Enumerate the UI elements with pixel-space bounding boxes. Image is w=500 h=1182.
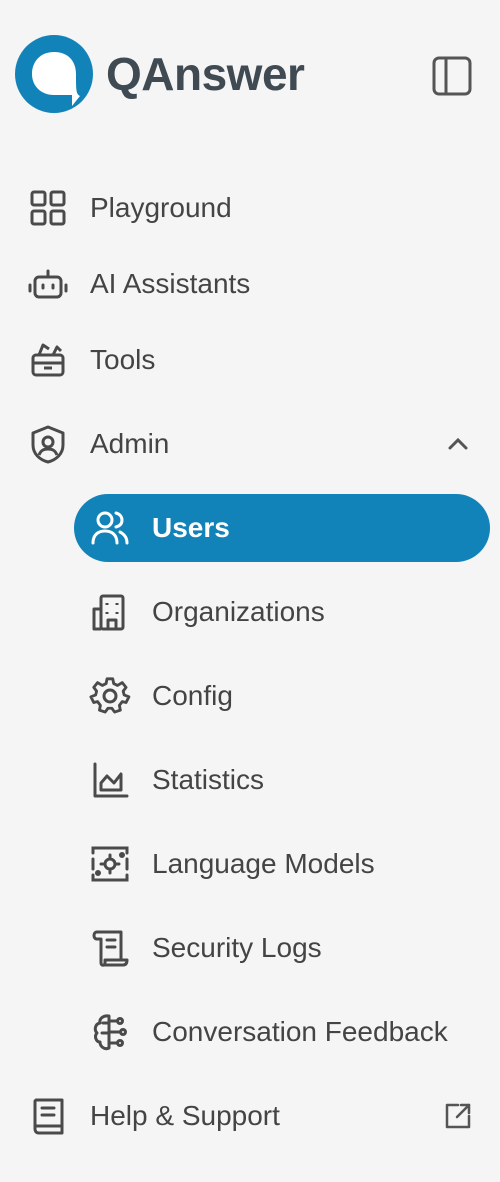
nav-label: Admin	[90, 428, 170, 459]
brand-name: QAnswer	[106, 48, 305, 100]
nav-label: Organizations	[152, 596, 325, 627]
brain-icon	[88, 1010, 132, 1054]
nav-label: Security Logs	[152, 932, 322, 963]
toolbox-icon	[26, 338, 70, 382]
nav-item-organizations[interactable]: Organizations	[88, 578, 488, 646]
nav-item-statistics[interactable]: Statistics	[88, 746, 488, 814]
nav-label: Tools	[90, 344, 156, 375]
sidebar-header: QAnswer	[0, 0, 500, 150]
nav-label: Language Models	[152, 848, 375, 879]
sidebar-panel-icon	[432, 56, 472, 96]
nav-item-help-support[interactable]: Help & Support	[26, 1082, 476, 1150]
nav-item-language-models[interactable]: Language Models	[88, 830, 488, 898]
chevron-up-icon[interactable]	[440, 426, 476, 462]
nav-item-admin[interactable]: Admin	[26, 410, 476, 478]
gear-icon	[88, 674, 132, 718]
building-icon	[88, 590, 132, 634]
nav-label: Users	[152, 512, 230, 543]
nav-item-config[interactable]: Config	[88, 662, 488, 730]
nav-item-security-logs[interactable]: Security Logs	[88, 914, 488, 982]
sidebar-toggle-button[interactable]	[428, 52, 476, 100]
nav-item-users[interactable]: Users	[88, 494, 488, 562]
users-icon	[88, 506, 132, 550]
nav-label: Config	[152, 680, 233, 711]
nav-label: Playground	[90, 192, 232, 223]
nav-label: Help & Support	[90, 1100, 280, 1131]
nav-item-ai-assistants[interactable]: AI Assistants	[26, 250, 476, 318]
book-icon	[26, 1094, 70, 1138]
model-chip-icon	[88, 842, 132, 886]
nav-label: Conversation Feedback	[152, 1016, 448, 1047]
nav-item-tools[interactable]: Tools	[26, 326, 476, 394]
nav-label: Statistics	[152, 764, 265, 795]
nav-item-playground[interactable]: Playground	[26, 174, 476, 242]
nav-label: AI Assistants	[90, 268, 251, 299]
chart-icon	[88, 758, 132, 802]
shield-user-icon	[26, 422, 70, 466]
qanswer-logo-icon	[15, 35, 93, 113]
nav-item-conversation-feedback[interactable]: Conversation Feedback	[88, 998, 488, 1066]
external-link-icon	[440, 1098, 476, 1134]
grid-icon	[26, 186, 70, 230]
robot-icon	[26, 262, 70, 306]
scroll-icon	[88, 926, 132, 970]
